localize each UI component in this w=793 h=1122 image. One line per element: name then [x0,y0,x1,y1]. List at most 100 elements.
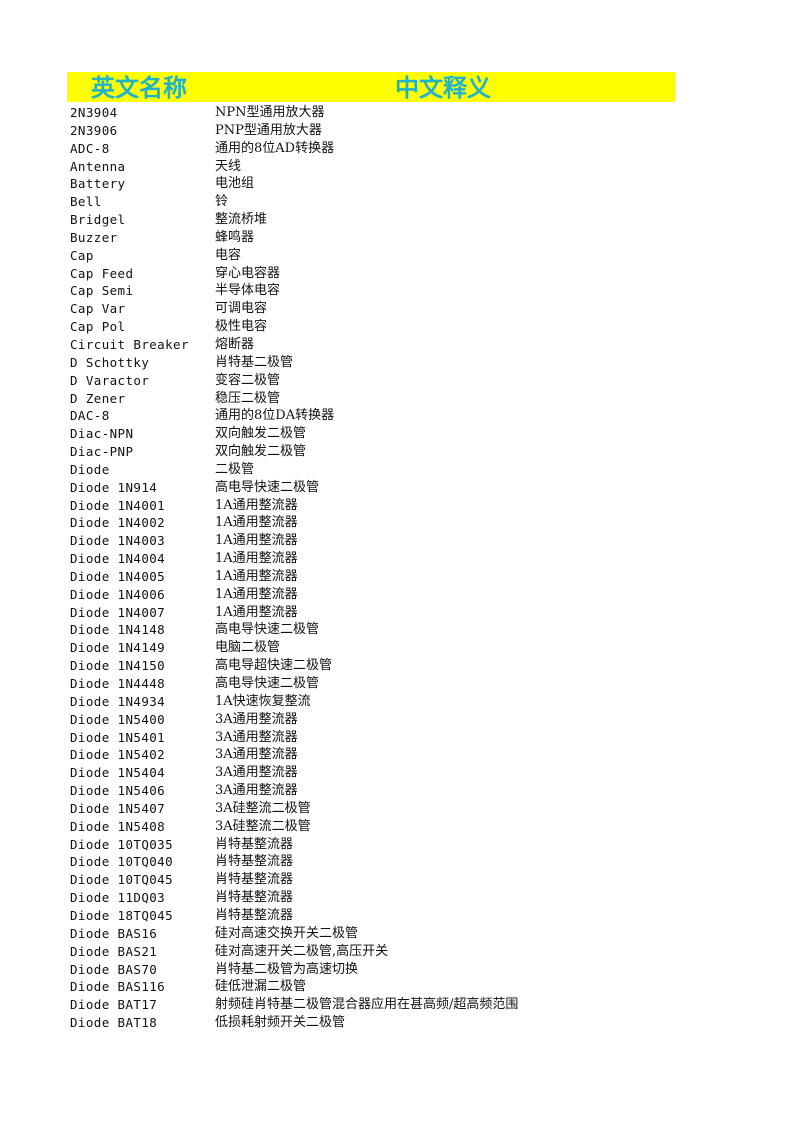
table-row: Diode 1N4149 电脑二极管 [70,639,670,657]
chinese-meaning-cell: 整流桥堆 [215,212,268,228]
table-row: Cap Var 可调电容 [70,300,670,318]
english-name-cell: Cap Semi [70,283,134,299]
chinese-meaning-cell: 双向触发二极管 [215,444,307,460]
table-row: Cap Pol 极性电容 [70,318,670,336]
english-name-cell: Bridgel [70,212,126,228]
chinese-meaning-cell: 电池组 [215,176,255,192]
chinese-meaning-cell: 天线 [215,158,242,174]
table-row: Diode 1N4003 1A通用整流器 [70,532,670,550]
english-name-cell: Diode 1N5408 [70,818,166,834]
chinese-meaning-cell: 高电导快速二极管 [215,676,320,691]
table-row: Diode BAS21 硅对高速开关二极管,高压开关 [70,943,670,961]
english-name-cell: Diode 1N4001 [70,497,166,513]
table-row: Diode 1N4001 1A通用整流器 [70,497,670,515]
english-name-cell: Diode 1N5402 [70,747,166,763]
english-name-cell: 2N3906 [70,122,118,138]
chinese-meaning-cell: 蜂鸣器 [215,229,255,245]
table-row: ADC-8 通用的8位AD转换器 [70,140,670,158]
english-name-cell: Diode 1N4148 [70,622,166,638]
english-name-cell: Diode 1N5404 [70,765,166,781]
chinese-meaning-cell: 二极管 [215,461,255,477]
table-row: D Zener 稳压二极管 [70,390,670,408]
table-row: Diode BAS70 肖特基二极管为高速切换 [70,961,670,979]
english-name-cell: Diode 1N4448 [70,676,166,691]
chinese-meaning-cell: 极性电容 [215,319,268,335]
chinese-meaning-cell: 高电导快速二极管 [215,622,320,638]
chinese-meaning-cell: 3A通用整流器 [215,765,298,781]
chinese-meaning-cell: 肖特基整流器 [215,890,294,906]
table-row: Cap 电容 [70,247,670,265]
table-row: Diode 1N4007 1A通用整流器 [70,604,670,622]
english-name-cell: Buzzer [70,229,118,245]
chinese-meaning-cell: 电脑二极管 [215,640,281,656]
chinese-meaning-cell: NPN型通用放大器 [215,105,325,120]
table-row: Bridgel 整流桥堆 [70,211,670,229]
english-name-cell: Bell [70,194,102,210]
chinese-meaning-cell: 肖特基二极管为高速切换 [215,961,359,977]
english-name-cell: Diode 1N5400 [70,711,166,727]
table-row: Circuit Breaker 熔断器 [70,336,670,354]
english-name-cell: Diode 1N914 [70,479,158,495]
chinese-meaning-cell: 肖特基整流器 [215,836,294,852]
chinese-meaning-cell: 通用的8位DA转换器 [215,408,335,424]
chinese-meaning-cell: 3A通用整流器 [215,711,298,727]
english-name-cell: Diode BAS21 [70,943,158,959]
english-name-cell: Diode BAS70 [70,961,158,977]
table-row: Diode 1N5401 3A通用整流器 [70,729,670,747]
english-name-cell: ADC-8 [70,140,110,156]
chinese-meaning-cell: 熔断器 [215,336,255,352]
table-row: Buzzer 蜂鸣器 [70,229,670,247]
table-row: Diode 1N5404 3A通用整流器 [70,764,670,782]
chinese-meaning-cell: 铃 [215,194,229,210]
chinese-meaning-cell: 硅低泄漏二极管 [215,979,307,995]
chinese-meaning-cell: 1A通用整流器 [215,497,298,513]
english-name-cell: Diode 11DQ03 [70,890,166,906]
chinese-meaning-cell: 1A通用整流器 [215,586,298,602]
table-row: Diode 1N4448 高电导快速二极管 [70,675,670,693]
table-row: Diode 1N4005 1A通用整流器 [70,568,670,586]
english-name-cell: Cap Feed [70,265,134,281]
table-row: Diode 1N5407 3A硅整流二极管 [70,800,670,818]
english-name-cell: D Zener [70,390,126,406]
table-row: Diode 1N5400 3A通用整流器 [70,711,670,729]
chinese-meaning-cell: 硅对高速交换开关二极管 [215,925,359,941]
table-row: Diode 1N5406 3A通用整流器 [70,782,670,800]
english-name-cell: Diode 1N4006 [70,586,166,602]
table-row: Diode 1N4006 1A通用整流器 [70,586,670,604]
chinese-meaning-cell: 1A通用整流器 [215,515,298,531]
english-name-cell: Battery [70,176,126,192]
english-name-cell: Diode 18TQ045 [70,907,174,923]
chinese-meaning-cell: 射频硅肖特基二极管混合器应用在甚高频/超高频范围 [215,997,519,1013]
chinese-meaning-cell: 1A通用整流器 [215,533,298,549]
english-name-cell: Diode 1N4007 [70,604,166,620]
chinese-meaning-cell: 3A硅整流二极管 [215,818,311,834]
english-name-cell: Diode BAT17 [70,997,158,1013]
table-row: Diode 1N914 高电导快速二极管 [70,479,670,497]
chinese-meaning-cell: 1A通用整流器 [215,551,298,567]
english-name-cell: Diode 10TQ035 [70,836,174,852]
table-row: Diode 10TQ035 肖特基整流器 [70,836,670,854]
english-name-cell: Diode 1N5401 [70,729,166,745]
english-name-cell: Diode 1N4149 [70,640,166,656]
table-row: DAC-8 通用的8位DA转换器 [70,407,670,425]
chinese-meaning-cell: 电容 [215,247,242,263]
english-name-cell: Circuit Breaker [70,336,189,352]
chinese-meaning-cell: 1A快速恢复整流 [215,693,311,709]
english-name-cell: D Schottky [70,354,150,370]
english-name-cell: Cap Pol [70,319,126,335]
chinese-meaning-cell: 1A通用整流器 [215,604,298,620]
english-name-cell: Diode 10TQ045 [70,872,174,888]
table-row: D Varactor 变容二极管 [70,372,670,390]
column-header-english-name: 英文名称 [91,74,187,102]
table-row: Diode 二极管 [70,461,670,479]
chinese-meaning-cell: 3A硅整流二极管 [215,800,311,816]
chinese-meaning-cell: 稳压二极管 [215,390,281,406]
english-name-cell: Cap [70,247,94,263]
english-name-cell: D Varactor [70,372,150,388]
english-name-cell: Diac-NPN [70,426,134,442]
table-row: Diode 11DQ03 肖特基整流器 [70,889,670,907]
chinese-meaning-cell: 通用的8位AD转换器 [215,140,335,156]
table-row: Diode 1N5408 3A硅整流二极管 [70,818,670,836]
english-name-cell: Diode [70,461,110,477]
english-name-cell: Diode 1N5407 [70,800,166,816]
